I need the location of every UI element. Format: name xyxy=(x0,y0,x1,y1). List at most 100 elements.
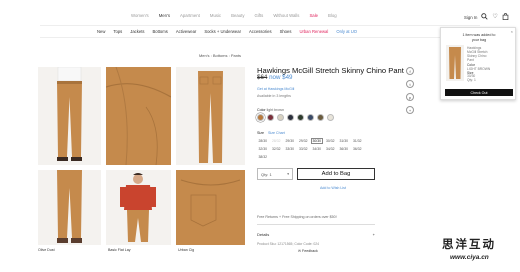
details-label: Details xyxy=(257,232,270,237)
add-to-wishlist-link[interactable]: Add to Wish List xyxy=(320,186,346,190)
caption-basic-flat-lay: Basic Flat Lay xyxy=(108,248,131,252)
breadcrumb[interactable]: Men's : Bottoms : Pants xyxy=(0,53,440,58)
search-icon[interactable] xyxy=(481,13,488,21)
size-option[interactable]: 28/32 xyxy=(271,138,283,144)
top-nav-links: Women's Men's Apartment Music Beauty Gif… xyxy=(131,13,337,18)
caption-olive-dust: Olive Dust xyxy=(38,248,55,252)
size-option[interactable]: 29/30 xyxy=(284,138,296,144)
subnav-only-at-uo[interactable]: Only at UO xyxy=(336,29,357,34)
color-swatch[interactable] xyxy=(327,114,334,121)
size-option[interactable]: 32/32 xyxy=(271,146,283,152)
size-label-row: Size Size Chart xyxy=(257,131,285,135)
size-option[interactable]: 28/30 xyxy=(257,138,269,144)
product-price: $64 now $49 xyxy=(257,74,292,81)
color-swatch[interactable] xyxy=(317,114,324,121)
caption-urban-cig: Urban Cig xyxy=(178,248,195,252)
subnav-tops[interactable]: Tops xyxy=(113,29,122,34)
popup-heading: 1 item was added to your bag xyxy=(441,33,517,42)
size-option[interactable]: 36/32 xyxy=(352,146,364,152)
checkout-button[interactable]: Check Out xyxy=(445,89,513,96)
popup-heading-line2: your bag xyxy=(471,37,487,42)
added-to-bag-popup: × 1 item was added to your bag Hawkings … xyxy=(440,27,516,100)
product-photo-pocket[interactable] xyxy=(176,170,245,245)
top-navigation: Women's Men's Apartment Music Beauty Gif… xyxy=(0,13,520,23)
details-divider-top xyxy=(257,224,375,225)
feedback-label: Feedback xyxy=(302,249,318,253)
nav-beauty[interactable]: Beauty xyxy=(231,13,244,18)
size-option[interactable]: 32/30 xyxy=(257,146,269,152)
social-share: f t p + xyxy=(406,67,414,114)
brand-link[interactable]: Get at Hawkings McGill xyxy=(257,87,294,91)
nav-apartment[interactable]: Apartment xyxy=(180,13,200,18)
color-label: Color xyxy=(257,108,266,112)
googleplus-icon[interactable]: + xyxy=(406,106,414,114)
size-option[interactable]: 30/32 xyxy=(325,138,337,144)
nav-music[interactable]: Music xyxy=(210,13,221,18)
category-subnav: New Tops Jackets Bottoms Activewear Sock… xyxy=(97,29,357,34)
subnav-socks-underwear[interactable]: Socks + Underwear xyxy=(204,29,241,34)
color-swatch[interactable] xyxy=(297,114,304,121)
subnav-jackets[interactable]: Jackets xyxy=(130,29,144,34)
color-swatch[interactable] xyxy=(257,114,264,121)
quantity-select[interactable]: Qty: 1 ▾ xyxy=(257,168,293,180)
subnav-divider xyxy=(40,37,480,38)
size-option[interactable]: 38/32 xyxy=(257,154,269,160)
qty-value: Qty: 1 xyxy=(261,171,272,177)
color-swatch[interactable] xyxy=(307,114,314,121)
nav-gifts[interactable]: Gifts xyxy=(254,13,263,18)
product-meta: Product Sku: 12171565; Color Code: 024 xyxy=(257,242,320,246)
expand-icon: + xyxy=(372,232,375,237)
size-option[interactable]: 29/32 xyxy=(298,138,310,144)
twitter-icon[interactable]: t xyxy=(406,80,414,88)
product-photo-model-full[interactable] xyxy=(106,170,171,245)
header-divider xyxy=(40,25,480,26)
size-chart-link[interactable]: Size Chart xyxy=(268,131,285,135)
nav-womens[interactable]: Women's xyxy=(131,13,149,18)
size-option[interactable]: 30/30 xyxy=(311,138,323,144)
popup-qty: Qty: 1 xyxy=(467,78,476,83)
chevron-down-icon: ▾ xyxy=(287,172,289,176)
heart-icon[interactable]: ♡ xyxy=(492,14,497,20)
size-option[interactable]: 31/32 xyxy=(352,138,364,144)
color-swatch[interactable] xyxy=(267,114,274,121)
product-photo-detail[interactable] xyxy=(106,67,171,165)
size-option[interactable]: 34/30 xyxy=(311,146,323,152)
subnav-new[interactable]: New xyxy=(97,29,105,34)
subnav-urban-renewal[interactable]: Urban Renewal xyxy=(299,29,328,34)
size-label: Size xyxy=(257,131,264,135)
nav-without-walls[interactable]: Without Walls xyxy=(273,13,299,18)
size-option[interactable]: 31/30 xyxy=(338,138,350,144)
feedback-icon: ✉ xyxy=(298,249,302,253)
feedback-link[interactable]: ✉ Feedback xyxy=(298,249,318,253)
product-photo-front[interactable] xyxy=(38,67,101,165)
nav-blog[interactable]: Blog xyxy=(328,13,337,18)
color-swatch[interactable] xyxy=(287,114,294,121)
nav-mens[interactable]: Men's xyxy=(159,13,170,18)
nav-sale[interactable]: Sale xyxy=(309,13,318,18)
size-options: 28/30 28/32 29/30 29/32 30/30 30/32 31/30 31/32… xyxy=(257,138,375,160)
color-value: light brown xyxy=(266,108,284,112)
subnav-accessories[interactable]: Accessories xyxy=(249,29,272,34)
shipping-notice: Free Returns + Free Shipping on orders o… xyxy=(257,215,337,219)
popup-product-thumbnail[interactable] xyxy=(446,45,464,81)
watermark-url: www.ciya.cn xyxy=(450,254,489,261)
subnav-bottoms[interactable]: Bottoms xyxy=(152,29,167,34)
popup-item-attrs: Color LIGHT BROWN Size 30/30 Qty: 1 xyxy=(467,63,490,83)
color-swatch[interactable] xyxy=(277,114,284,121)
sign-in-link[interactable]: Sign In xyxy=(464,15,477,20)
facebook-icon[interactable]: f xyxy=(406,67,414,75)
size-option[interactable]: 33/30 xyxy=(284,146,296,152)
size-option[interactable]: 34/32 xyxy=(325,146,337,152)
pinterest-icon[interactable]: p xyxy=(406,93,414,101)
details-accordion[interactable]: Details + xyxy=(257,232,375,237)
subnav-activewear[interactable]: Activewear xyxy=(176,29,196,34)
subnav-shoes[interactable]: Shoes xyxy=(280,29,292,34)
size-option[interactable]: 33/32 xyxy=(298,146,310,152)
sale-price: now $49 xyxy=(269,74,293,81)
product-photo-model-front[interactable] xyxy=(38,170,101,245)
product-photo-back[interactable] xyxy=(176,67,245,165)
bag-icon[interactable] xyxy=(502,13,509,21)
add-to-bag-button[interactable]: Add to Bag xyxy=(297,168,375,180)
popup-item-name: Hawkings McGill Stretch Skinny Chino Pan… xyxy=(467,46,488,62)
size-option[interactable]: 36/30 xyxy=(338,146,350,152)
